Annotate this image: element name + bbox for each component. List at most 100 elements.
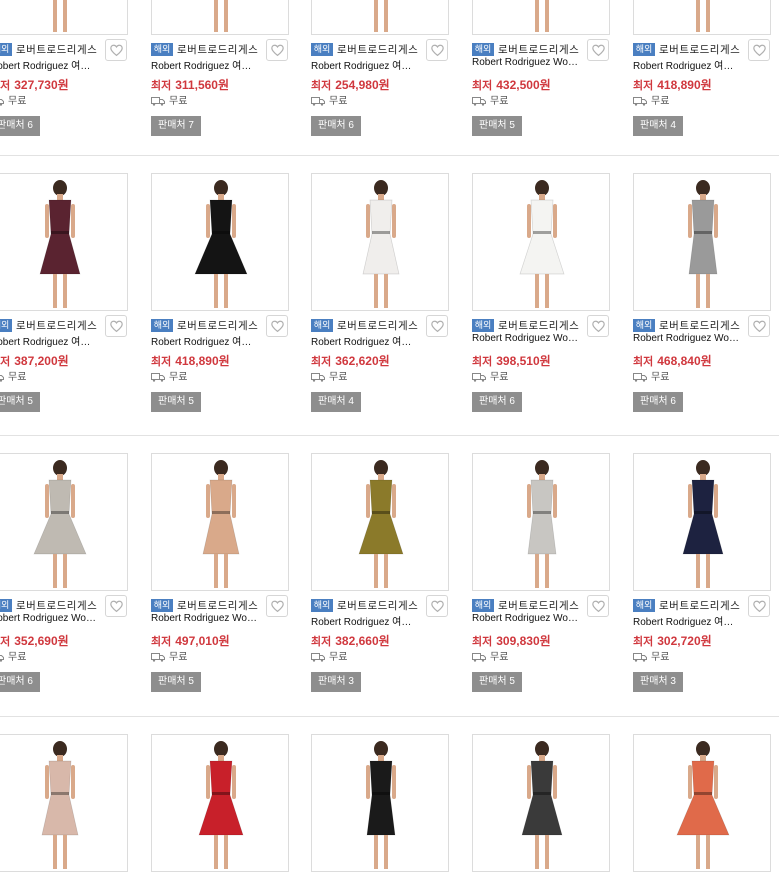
seller-prefix: 판매처 (318, 120, 346, 131)
product-image[interactable] (633, 734, 771, 872)
product-price: 최저387,200원 (0, 352, 69, 369)
wishlist-button[interactable] (266, 39, 288, 61)
lowest-label: 최저 (633, 636, 654, 648)
store-name[interactable]: 로버트로드리게스 (177, 42, 258, 57)
lowest-label: 최저 (633, 356, 654, 368)
product-price: 최저 418,890원 (151, 352, 230, 369)
product-name[interactable]: Robert Rodriguez 여… (311, 613, 423, 628)
product-image[interactable] (633, 453, 771, 591)
overseas-badge: 해외 (0, 43, 12, 56)
wishlist-button[interactable] (105, 315, 127, 337)
seller-count-button[interactable]: 판매처 5 (0, 392, 40, 412)
product-price: 최저 309,830원 (472, 632, 551, 649)
product-name[interactable]: Robert Rodriguez Wo… (472, 57, 584, 68)
product-name[interactable]: Robert Rodriguez 여… (311, 57, 423, 72)
store-name[interactable]: 로버트로드리게스 (16, 598, 97, 613)
seller-count-button[interactable]: 판매처 7 (151, 116, 201, 136)
shipping-label: 무료 (169, 96, 188, 107)
store-name[interactable]: 로버트로드리게스 (659, 598, 740, 613)
wishlist-button[interactable] (587, 595, 609, 617)
seller-count-button[interactable]: 판매처 5 (472, 116, 522, 136)
shipping-label: 무료 (651, 652, 670, 663)
store-name[interactable]: 로버트로드리게스 (337, 318, 418, 333)
product-image[interactable] (0, 734, 128, 872)
wishlist-button[interactable] (105, 595, 127, 617)
product-name[interactable]: Robert Rodriguez Wo… (0, 613, 102, 624)
truck-icon (311, 372, 329, 383)
wishlist-button[interactable] (748, 315, 770, 337)
product-name[interactable]: Robert Rodriguez 여… (0, 57, 102, 72)
product-image[interactable] (151, 453, 289, 591)
seller-count-button[interactable]: 판매처 4 (311, 392, 361, 412)
product-name[interactable]: Robert Rodriguez 여… (633, 613, 745, 628)
seller-count: 6 (27, 676, 33, 687)
product-name[interactable]: Robert Rodriguez Wo… (633, 333, 745, 344)
wishlist-button[interactable] (266, 595, 288, 617)
dress-illustration (366, 741, 396, 869)
product-image[interactable] (472, 734, 610, 872)
store-name[interactable]: 로버트로드리게스 (16, 42, 97, 57)
product-name[interactable]: Robert Rodriguez Wo… (472, 333, 584, 344)
wishlist-button[interactable] (587, 315, 609, 337)
product-image[interactable] (633, 173, 771, 311)
store-name[interactable]: 로버트로드리게스 (498, 318, 579, 333)
seller-count-button[interactable]: 판매처 6 (472, 392, 522, 412)
seller-count-button[interactable]: 판매처 3 (311, 672, 361, 692)
dress-illustration (41, 741, 79, 869)
seller-count-button[interactable]: 판매처 6 (311, 116, 361, 136)
store-name[interactable]: 로버트로드리게스 (177, 318, 258, 333)
wishlist-button[interactable] (426, 315, 448, 337)
seller-count-button[interactable]: 판매처 4 (633, 116, 683, 136)
store-name[interactable]: 로버트로드리게스 (16, 318, 97, 333)
product-image[interactable] (0, 173, 128, 311)
wishlist-button[interactable] (587, 39, 609, 61)
product-image[interactable] (311, 0, 449, 35)
seller-count-button[interactable]: 판매처 6 (0, 116, 40, 136)
product-name[interactable]: Robert Rodriguez 여… (633, 57, 745, 72)
product-image[interactable] (0, 0, 128, 35)
product-image[interactable] (472, 173, 610, 311)
store-name[interactable]: 로버트로드리게스 (498, 598, 579, 613)
wishlist-button[interactable] (426, 595, 448, 617)
truck-icon (633, 96, 651, 107)
store-name[interactable]: 로버트로드리게스 (337, 598, 418, 613)
product-image[interactable] (151, 0, 289, 35)
product-image[interactable] (311, 173, 449, 311)
seller-count-button[interactable]: 판매처 6 (633, 392, 683, 412)
overseas-badge: 해외 (633, 43, 655, 56)
product-name[interactable]: Robert Rodriguez 여… (151, 333, 263, 348)
wishlist-button[interactable] (105, 39, 127, 61)
seller-count-button[interactable]: 판매처 6 (0, 672, 40, 692)
product-image[interactable] (633, 0, 771, 35)
seller-count-button[interactable]: 판매처 3 (633, 672, 683, 692)
product-price: 최저 382,660원 (311, 632, 390, 649)
store-name[interactable]: 로버트로드리게스 (177, 598, 258, 613)
product-image[interactable] (472, 453, 610, 591)
product-image[interactable] (0, 453, 128, 591)
wishlist-button[interactable] (748, 39, 770, 61)
seller-count: 5 (188, 396, 194, 407)
dress-illustration (682, 460, 724, 588)
product-name[interactable]: Robert Rodriguez 여… (0, 333, 102, 348)
seller-count-button[interactable]: 판매처 5 (151, 672, 201, 692)
wishlist-button[interactable] (426, 39, 448, 61)
price-value: 311,560원 (175, 78, 230, 92)
product-name[interactable]: Robert Rodriguez Wo… (151, 613, 263, 624)
seller-count-button[interactable]: 판매처 5 (151, 392, 201, 412)
store-name[interactable]: 로버트로드리게스 (659, 318, 740, 333)
wishlist-button[interactable] (266, 315, 288, 337)
product-image[interactable] (151, 734, 289, 872)
store-name[interactable]: 로버트로드리게스 (498, 42, 579, 57)
store-name[interactable]: 로버트로드리게스 (659, 42, 740, 57)
overseas-badge: 해외 (472, 319, 494, 332)
seller-count-button[interactable]: 판매처 5 (472, 672, 522, 692)
product-image[interactable] (311, 453, 449, 591)
store-name[interactable]: 로버트로드리게스 (337, 42, 418, 57)
product-name[interactable]: Robert Rodriguez 여… (311, 333, 423, 348)
product-image[interactable] (311, 734, 449, 872)
product-name[interactable]: Robert Rodriguez 여… (151, 57, 263, 72)
product-image[interactable] (472, 0, 610, 35)
product-image[interactable] (151, 173, 289, 311)
product-name[interactable]: Robert Rodriguez Wo… (472, 613, 584, 624)
wishlist-button[interactable] (748, 595, 770, 617)
